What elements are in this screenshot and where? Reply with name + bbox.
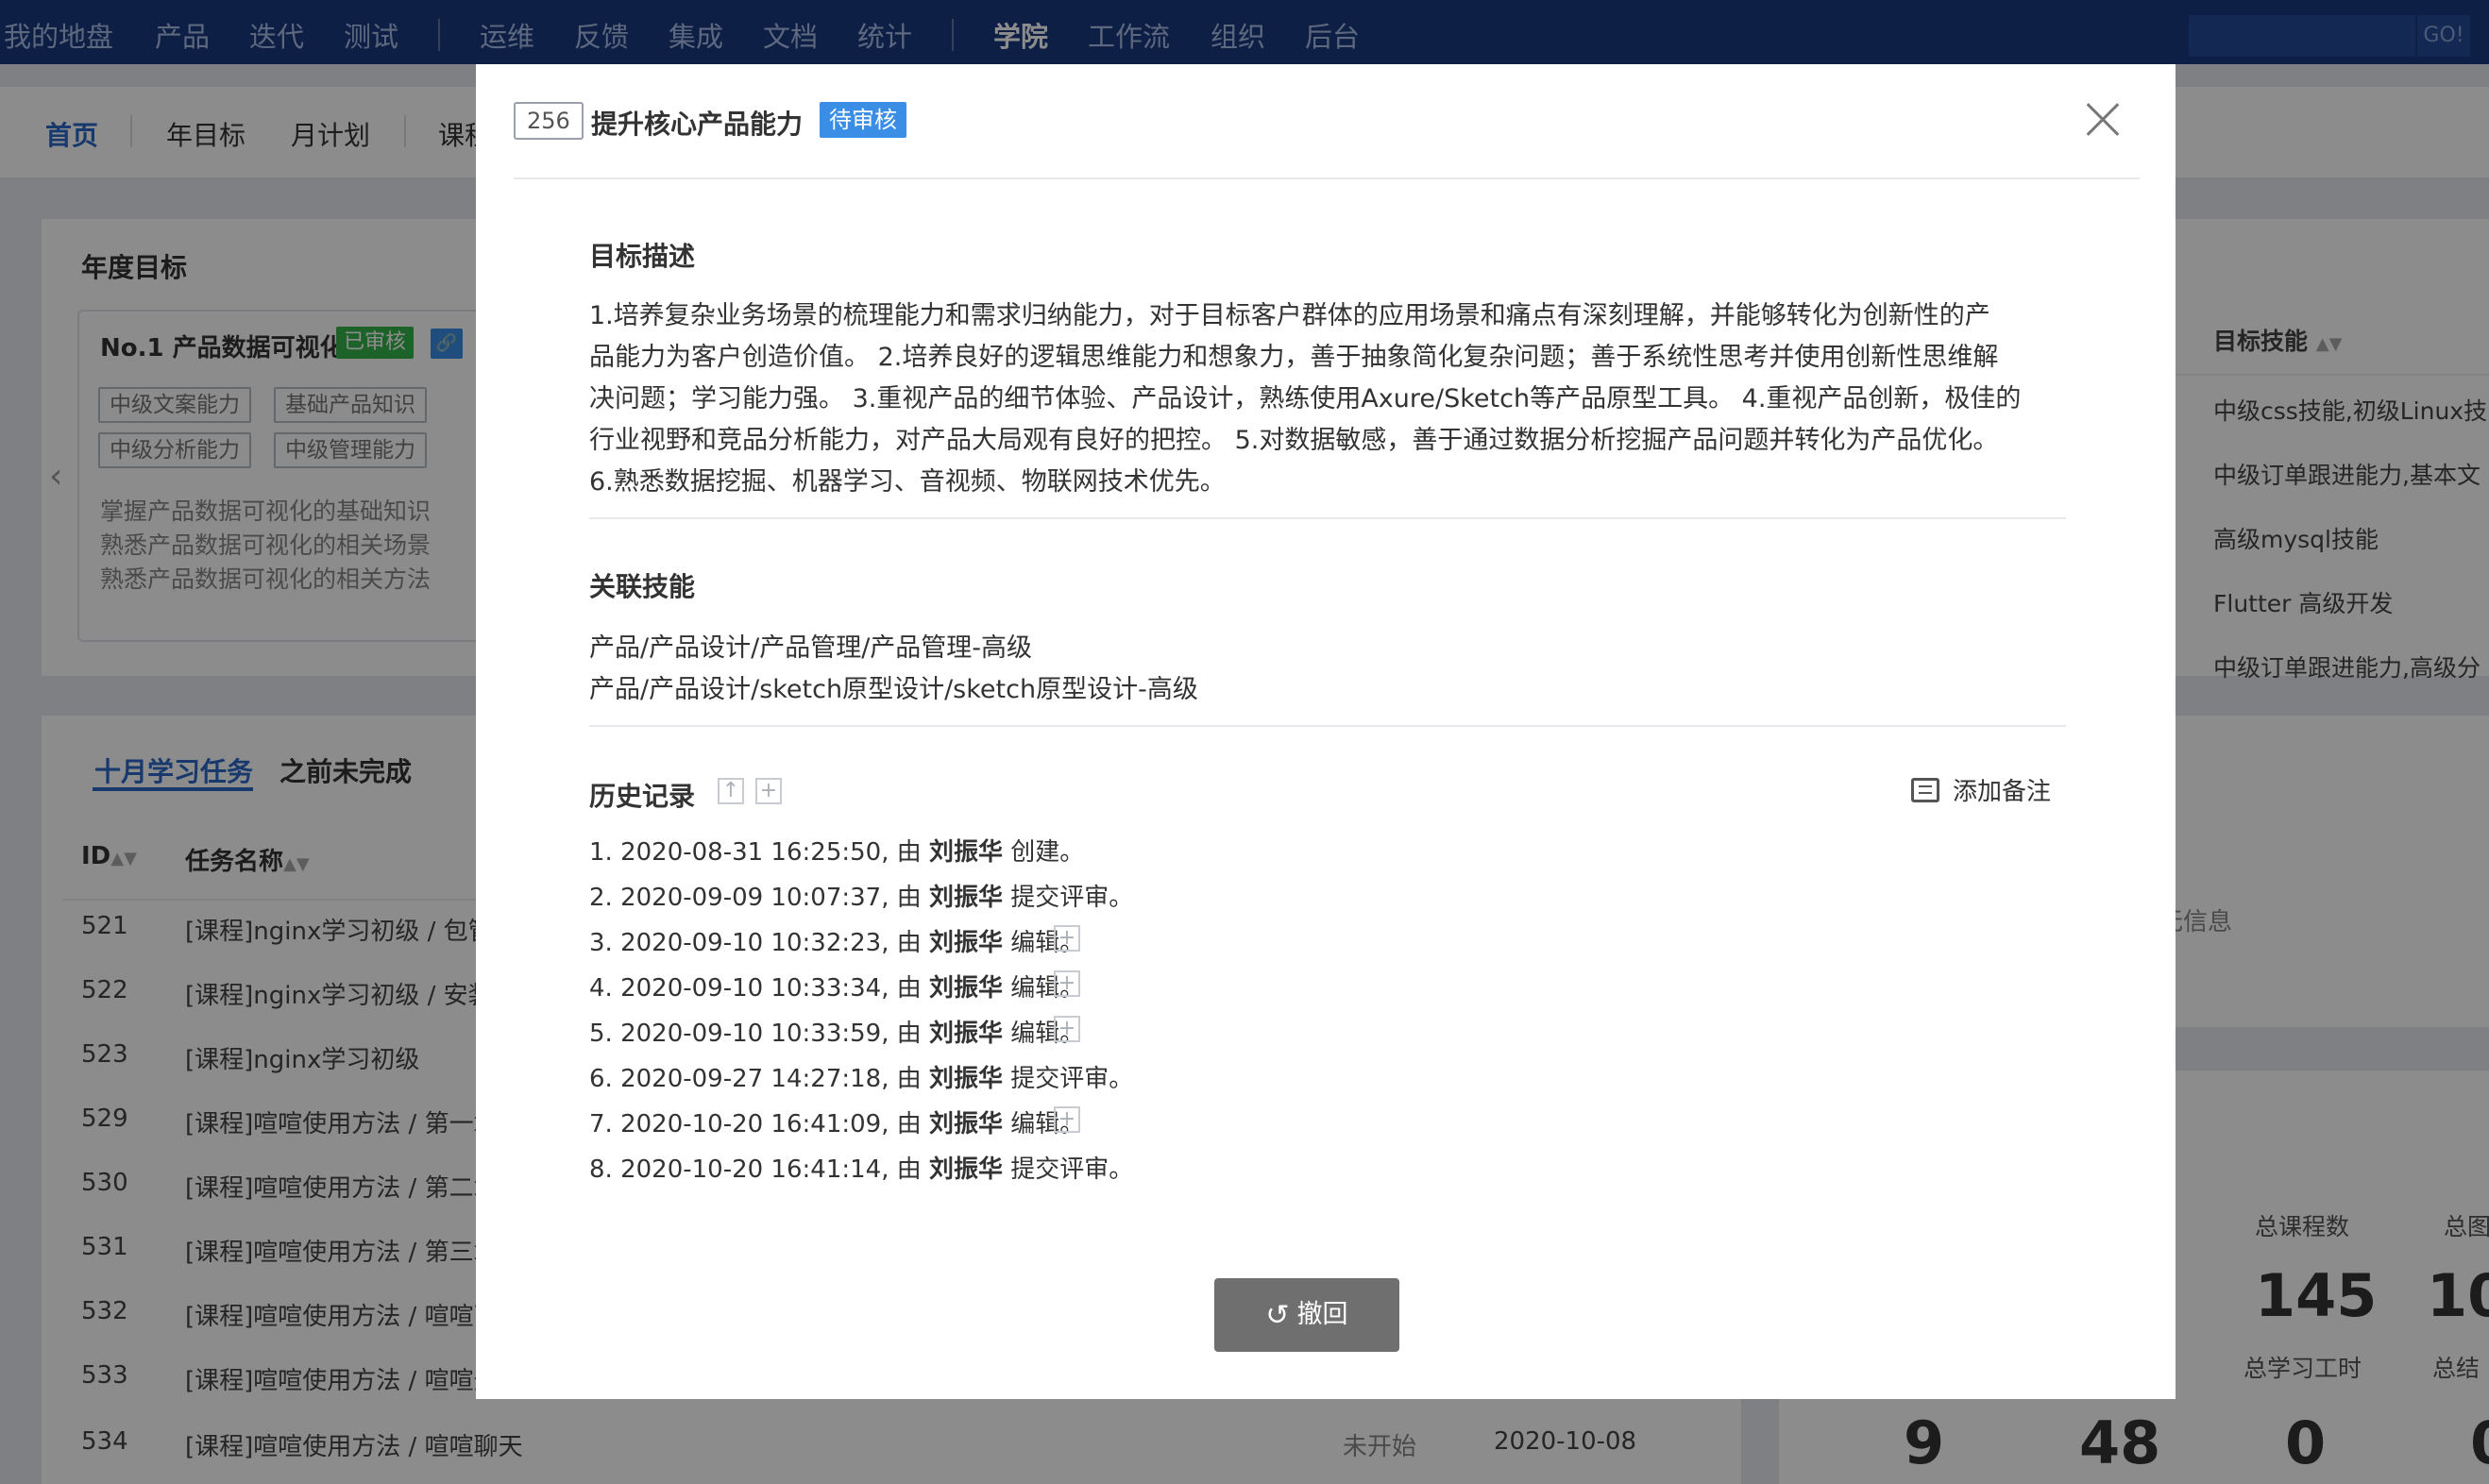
undo-icon: ↺ bbox=[1265, 1299, 1290, 1332]
arrow-up-icon[interactable]: ↑ bbox=[718, 778, 744, 804]
expand-history-icon[interactable]: + bbox=[1054, 925, 1080, 952]
history-item: 2. 2020-09-09 10:07:37, 由 刘振华 提交评审。 bbox=[589, 884, 1134, 912]
expand-history-icon[interactable]: + bbox=[1054, 1016, 1080, 1042]
history-item: 1. 2020-08-31 16:25:50, 由 刘振华 创建。 bbox=[589, 838, 1085, 867]
modal-title: 提升核心产品能力 bbox=[591, 109, 804, 140]
close-icon[interactable] bbox=[2081, 98, 2125, 142]
goal-description-title: 目标描述 bbox=[589, 241, 696, 272]
expand-history-icon[interactable]: + bbox=[1054, 1106, 1080, 1133]
revoke-label: 撤回 bbox=[1296, 1300, 1348, 1329]
history-title: 历史记录 bbox=[589, 781, 696, 812]
goal-description-line: 1.培养复杂业务场景的梳理能力和需求归纳能力，对于目标客户群体的应用场景和痛点有… bbox=[589, 301, 1990, 330]
history-item: 7. 2020-10-20 16:41:09, 由 刘振华 编辑。 bbox=[589, 1110, 1085, 1138]
history-item: 5. 2020-09-10 10:33:59, 由 刘振华 编辑。 bbox=[589, 1020, 1085, 1048]
history-item: 6. 2020-09-27 14:27:18, 由 刘振华 提交评审。 bbox=[589, 1065, 1134, 1093]
history-item: 3. 2020-09-10 10:32:23, 由 刘振华 编辑。 bbox=[589, 929, 1085, 957]
goal-detail-modal: 256 提升核心产品能力 待审核 目标描述 1.培养复杂业务场景的梳理能力和需求… bbox=[476, 64, 2176, 1399]
status-badge: 待审核 bbox=[820, 102, 906, 138]
goal-description-line: 决问题；学习能力强。 3.重视产品的细节体验、产品设计，熟练使用Axure/Sk… bbox=[589, 384, 2022, 413]
revoke-button[interactable]: ↺ 撤回 bbox=[1214, 1278, 1399, 1352]
header-divider bbox=[514, 177, 2140, 179]
section-divider bbox=[589, 517, 2066, 519]
comment-icon[interactable] bbox=[1911, 778, 1939, 802]
history-item: 8. 2020-10-20 16:41:14, 由 刘振华 提交评审。 bbox=[589, 1155, 1134, 1184]
section-divider bbox=[589, 725, 2066, 727]
add-note-button[interactable]: 添加备注 bbox=[1953, 772, 2051, 807]
goal-description-line: 品能力为客户创造价值。 2.培养良好的逻辑思维能力和想象力，善于抽象简化复杂问题… bbox=[589, 343, 1999, 372]
expand-all-icon[interactable]: + bbox=[755, 778, 782, 804]
history-item: 4. 2020-09-10 10:33:34, 由 刘振华 编辑。 bbox=[589, 974, 1085, 1003]
goal-description-line: 行业视野和竞品分析能力，对产品大局观有良好的把控。 5.对数据敏感，善于通过数据… bbox=[589, 426, 1999, 455]
related-skill: 产品/产品设计/产品管理/产品管理-高级 bbox=[589, 633, 1033, 663]
goal-id-badge: 256 bbox=[514, 102, 584, 140]
expand-history-icon[interactable]: + bbox=[1054, 970, 1080, 997]
related-skill: 产品/产品设计/sketch原型设计/sketch原型设计-高级 bbox=[589, 675, 1198, 704]
related-skills-title: 关联技能 bbox=[589, 571, 696, 602]
goal-description-line: 6.熟悉数据挖掘、机器学习、音视频、物联网技术优先。 bbox=[589, 467, 1226, 497]
